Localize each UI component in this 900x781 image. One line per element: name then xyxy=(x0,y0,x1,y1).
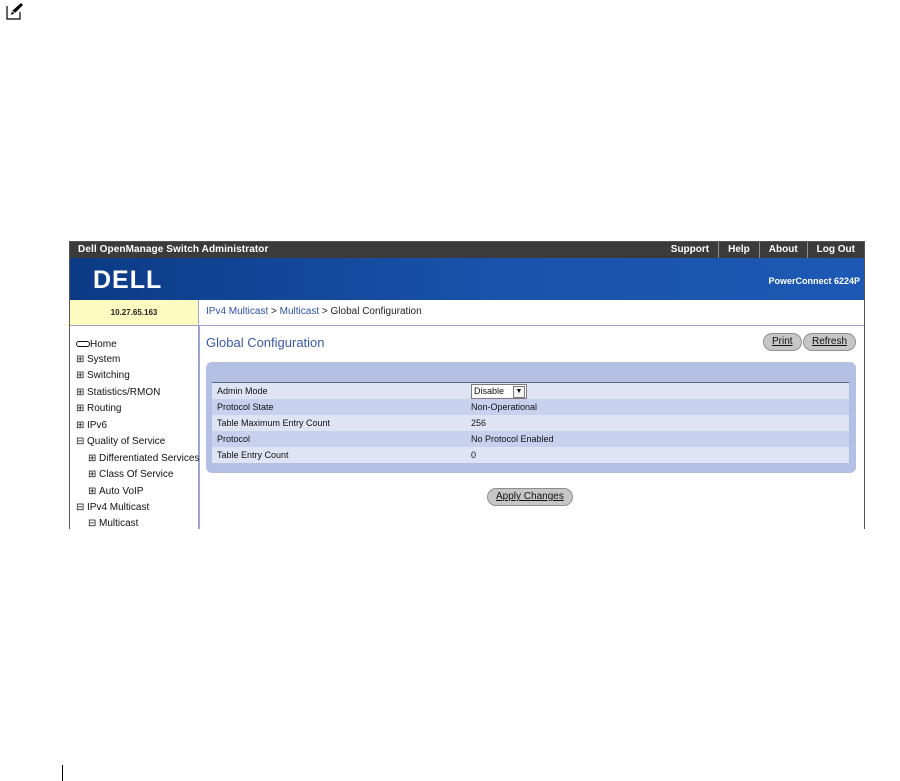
nav-item-routing[interactable]: ⊞ Routing xyxy=(76,402,121,416)
table-max-entry-label: Table Maximum Entry Count xyxy=(217,418,331,428)
breadcrumb-separator: > xyxy=(319,306,331,317)
top-links: Support Help About Log Out xyxy=(662,242,864,258)
nav-item-system[interactable]: ⊞ System xyxy=(76,353,120,367)
nav-item-label: IPv4 Multicast xyxy=(87,502,150,513)
table-row: Protocol State Non-Operational xyxy=(212,399,849,415)
print-button[interactable]: Print xyxy=(763,333,802,351)
nav-item-label: Class Of Service xyxy=(99,469,174,480)
nav-item-home[interactable]: Home xyxy=(76,338,117,352)
admin-mode-label: Admin Mode xyxy=(217,386,268,396)
breadcrumb: IPv4 Multicast > Multicast > Global Conf… xyxy=(206,300,422,325)
nav-item-class-of-service[interactable]: ⊞ Class Of Service xyxy=(88,468,173,482)
device-ip: 10.27.65.163 xyxy=(70,300,199,325)
info-bar: 10.27.65.163 IPv4 Multicast > Multicast … xyxy=(70,300,864,326)
about-link[interactable]: About xyxy=(758,242,807,258)
expand-icon: ⊞ xyxy=(88,469,97,480)
expand-icon: ⊞ xyxy=(76,370,85,381)
expand-icon: ⊞ xyxy=(76,387,85,398)
table-row: Table Maximum Entry Count 256 xyxy=(212,415,849,431)
table-entry-count-value: 0 xyxy=(471,450,477,460)
note-pencil-icon xyxy=(6,3,23,20)
table-row: Table Entry Count 0 xyxy=(212,447,849,463)
nav-item-quality-of-service[interactable]: ⊟ Quality of Service xyxy=(76,435,165,449)
breadcrumb-separator: > xyxy=(268,306,280,317)
browser-screenshot: Dell OpenManage Switch Administrator Sup… xyxy=(69,241,865,529)
nav-item-label: Differentiated Services xyxy=(99,453,200,464)
page-title: Global Configuration xyxy=(206,335,325,350)
nav-item-label: Home xyxy=(90,339,117,350)
dell-logo: DELL xyxy=(93,266,162,294)
protocol-value: No Protocol Enabled xyxy=(471,434,554,444)
nav-item-ipv6[interactable]: ⊞ IPv6 xyxy=(76,419,107,433)
nav-item-label: Statistics/RMON xyxy=(87,387,161,398)
nav-tree: Home ⊞ System ⊞ Switching ⊞ Statistics/RMON… xyxy=(70,326,200,529)
protocol-state-value: Non-Operational xyxy=(471,402,538,412)
nav-item-label: Quality of Service xyxy=(87,436,166,447)
logout-link[interactable]: Log Out xyxy=(806,242,864,258)
app-title: Dell OpenManage Switch Administrator xyxy=(78,244,269,255)
config-table: Admin Mode Disable ▼ Protocol State Non-… xyxy=(212,382,849,463)
nav-item-ipv4-multicast[interactable]: ⊟ IPv4 Multicast xyxy=(76,501,149,515)
home-icon xyxy=(76,341,90,348)
nav-item-label: System xyxy=(87,354,121,365)
nav-item-statistics[interactable]: ⊞ Statistics/RMON xyxy=(76,386,160,400)
expand-icon: ⊞ xyxy=(76,354,85,365)
brand-banner: DELL PowerConnect 6224P xyxy=(70,258,864,300)
page-margin-rule xyxy=(62,765,63,781)
nav-item-switching[interactable]: ⊞ Switching xyxy=(76,369,130,383)
breadcrumb-ipv4-multicast[interactable]: IPv4 Multicast xyxy=(206,306,268,317)
collapse-icon: ⊟ xyxy=(76,502,85,513)
expand-icon: ⊞ xyxy=(88,486,97,497)
apply-changes-button[interactable]: Apply Changes xyxy=(487,488,573,506)
refresh-button[interactable]: Refresh xyxy=(803,333,857,351)
breadcrumb-current: Global Configuration xyxy=(330,306,422,317)
breadcrumb-multicast[interactable]: Multicast xyxy=(280,306,319,317)
content-area: Global Configuration Print Refresh Admin… xyxy=(200,326,864,529)
expand-icon: ⊞ xyxy=(88,453,97,464)
admin-mode-value: Disable xyxy=(474,386,505,396)
model-name: PowerConnect 6224P xyxy=(768,276,860,286)
svg-text:DELL: DELL xyxy=(93,266,162,294)
nav-item-differentiated-services[interactable]: ⊞ Differentiated Services xyxy=(88,452,199,466)
protocol-state-label: Protocol State xyxy=(217,402,274,412)
top-bar: Dell OpenManage Switch Administrator Sup… xyxy=(70,242,864,258)
admin-mode-select[interactable]: Disable ▼ xyxy=(471,384,527,399)
table-row: Admin Mode Disable ▼ xyxy=(212,383,849,399)
protocol-label: Protocol xyxy=(217,434,251,444)
collapse-icon: ⊟ xyxy=(88,518,97,529)
nav-item-label: Auto VoIP xyxy=(99,486,144,497)
expand-icon: ⊞ xyxy=(76,420,85,431)
nav-item-label: Routing xyxy=(87,403,122,414)
table-entry-count-label: Table Entry Count xyxy=(217,450,289,460)
table-max-entry-value: 256 xyxy=(471,418,487,428)
expand-icon: ⊞ xyxy=(76,403,85,414)
nav-item-multicast[interactable]: ⊟ Multicast xyxy=(88,517,138,529)
table-row: Protocol No Protocol Enabled xyxy=(212,431,849,447)
help-link[interactable]: Help xyxy=(718,242,759,258)
collapse-icon: ⊟ xyxy=(76,436,85,447)
nav-item-auto-voip[interactable]: ⊞ Auto VoIP xyxy=(88,485,143,499)
config-panel: Admin Mode Disable ▼ Protocol State Non-… xyxy=(206,362,856,473)
nav-item-label: IPv6 xyxy=(87,420,108,431)
nav-item-label: Multicast xyxy=(99,518,139,529)
nav-item-label: Switching xyxy=(87,370,130,381)
support-link[interactable]: Support xyxy=(662,242,718,258)
chevron-down-icon: ▼ xyxy=(513,386,525,398)
